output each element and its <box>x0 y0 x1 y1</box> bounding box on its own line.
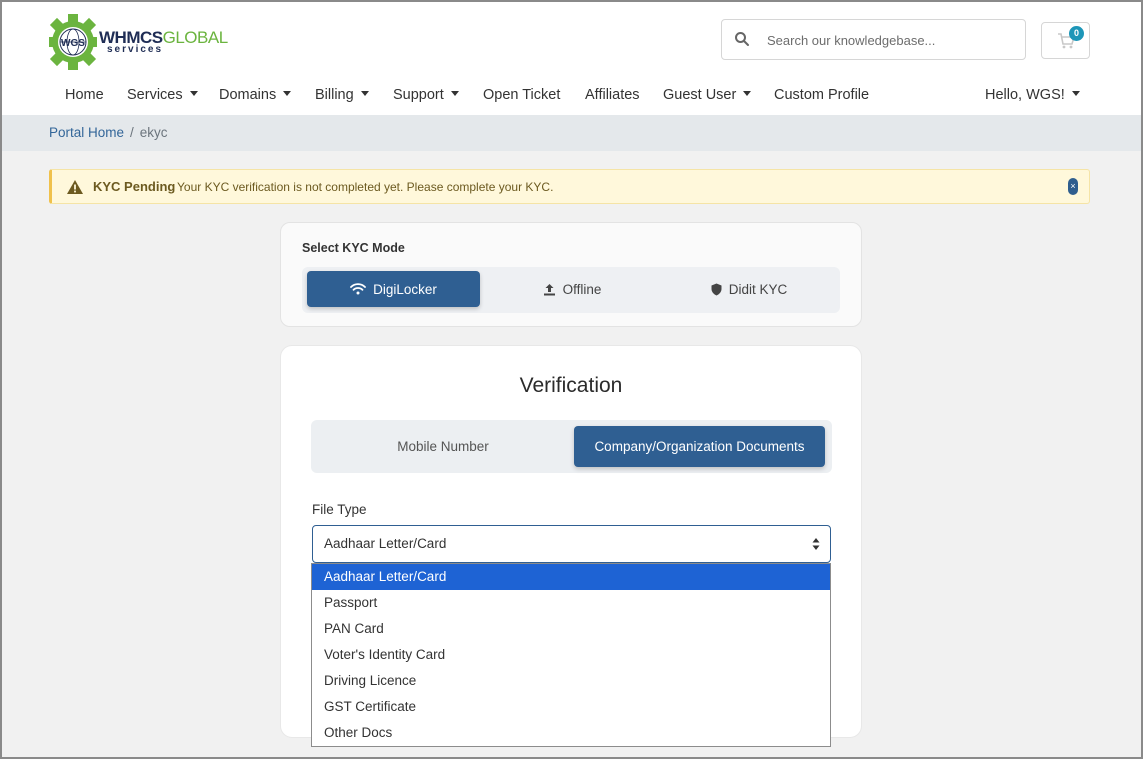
breadcrumb-separator: / <box>130 125 134 140</box>
nav-billing[interactable]: Billing <box>315 87 369 103</box>
nav-home-label: Home <box>65 87 104 103</box>
option-passport[interactable]: Passport <box>312 590 830 616</box>
main-navigation: Home Services Domains Billing Support Op… <box>2 87 1141 111</box>
logo-accent-text: GLOBAL <box>162 28 229 47</box>
chevron-down-icon <box>189 91 198 96</box>
breadcrumb: Portal Home / ekyc <box>49 125 168 140</box>
kyc-mode-tabs: DigiLocker Offline Didit KYC <box>302 267 840 313</box>
option-aadhaar[interactable]: Aadhaar Letter/Card <box>312 564 830 590</box>
tab-company-documents[interactable]: Company/Organization Documents <box>574 426 825 467</box>
alert-message: Your KYC verification is not completed y… <box>177 180 554 194</box>
cart-button[interactable]: 0 <box>1041 22 1090 59</box>
alert-close-button[interactable]: × <box>1068 178 1078 195</box>
nav-custom-profile-label: Custom Profile <box>774 87 870 103</box>
kyc-mode-card: Select KYC Mode DigiLocker Offline Didit… <box>280 222 862 327</box>
logo-subtext: services <box>107 44 164 55</box>
sort-arrows-icon <box>812 538 820 550</box>
nav-services-label: Services <box>127 87 183 103</box>
chevron-down-icon <box>743 91 752 96</box>
nav-open-ticket-label: Open Ticket <box>483 87 561 103</box>
gear-logo-icon: WGS <box>49 14 97 70</box>
tab-didit-kyc[interactable]: Didit KYC <box>664 271 834 307</box>
nav-domains-label: Domains <box>219 87 277 103</box>
nav-open-ticket[interactable]: Open Ticket <box>483 87 560 103</box>
verification-tabs: Mobile Number Company/Organization Docum… <box>311 420 832 473</box>
site-header: WGS WHMCSGLOBAL services 0 Home Services… <box>2 2 1141 115</box>
chevron-down-icon <box>1071 91 1080 96</box>
nav-account-menu[interactable]: Hello, WGS! <box>985 87 1080 103</box>
nav-services[interactable]: Services <box>127 87 198 103</box>
tab-company-documents-label: Company/Organization Documents <box>594 439 805 454</box>
knowledgebase-search[interactable] <box>721 19 1026 60</box>
option-gst-certificate[interactable]: GST Certificate <box>312 694 830 720</box>
kyc-pending-alert: KYC Pending Your KYC verification is not… <box>49 169 1090 204</box>
nav-support-label: Support <box>393 87 444 103</box>
nav-guest-user[interactable]: Guest User <box>663 87 752 103</box>
file-type-dropdown: Aadhaar Letter/Card Passport PAN Card Vo… <box>311 563 831 747</box>
breadcrumb-portal-home[interactable]: Portal Home <box>49 125 124 140</box>
nav-hello-label: Hello, WGS! <box>985 87 1065 103</box>
kyc-mode-label: Select KYC Mode <box>302 241 405 255</box>
nav-domains[interactable]: Domains <box>219 87 292 103</box>
option-pan-card[interactable]: PAN Card <box>312 616 830 642</box>
chevron-down-icon <box>360 91 369 96</box>
tab-didit-kyc-label: Didit KYC <box>728 281 788 297</box>
option-voter-id[interactable]: Voter's Identity Card <box>312 642 830 668</box>
tab-digilocker[interactable]: DigiLocker <box>307 271 480 307</box>
file-type-select[interactable]: Aadhaar Letter/Card <box>312 525 831 563</box>
nav-affiliates[interactable]: Affiliates <box>585 87 640 103</box>
breadcrumb-bar: Portal Home / ekyc <box>2 115 1141 151</box>
nav-billing-label: Billing <box>315 87 354 103</box>
chevron-down-icon <box>450 91 459 96</box>
option-driving-licence[interactable]: Driving Licence <box>312 668 830 694</box>
alert-title: KYC Pending <box>93 179 176 194</box>
close-icon: × <box>1070 181 1076 191</box>
option-other-docs[interactable]: Other Docs <box>312 720 830 746</box>
nav-guest-user-label: Guest User <box>663 87 737 103</box>
file-type-selected-value: Aadhaar Letter/Card <box>324 536 447 551</box>
breadcrumb-current: ekyc <box>139 125 168 140</box>
cart-count-badge: 0 <box>1069 26 1084 41</box>
tab-mobile-number-label: Mobile Number <box>397 439 489 454</box>
search-input[interactable] <box>767 30 1007 50</box>
tab-offline-label: Offline <box>562 281 602 297</box>
nav-custom-profile[interactable]: Custom Profile <box>774 87 869 103</box>
shield-icon <box>711 283 722 295</box>
verification-title: Verification <box>519 374 623 397</box>
nav-home[interactable]: Home <box>65 87 104 103</box>
wifi-icon <box>350 283 367 295</box>
brand-logo[interactable]: WGS WHMCSGLOBAL services <box>49 14 229 70</box>
nav-support[interactable]: Support <box>393 87 459 103</box>
tab-digilocker-label: DigiLocker <box>373 281 437 297</box>
upload-icon <box>543 283 555 295</box>
nav-affiliates-label: Affiliates <box>585 87 640 103</box>
file-type-label: File Type <box>312 502 367 517</box>
warning-icon <box>67 180 83 194</box>
tab-offline[interactable]: Offline <box>487 271 657 307</box>
chevron-down-icon <box>283 91 292 96</box>
logo-badge-text: WGS <box>61 38 85 49</box>
tab-mobile-number[interactable]: Mobile Number <box>317 426 569 467</box>
search-icon <box>735 32 749 46</box>
